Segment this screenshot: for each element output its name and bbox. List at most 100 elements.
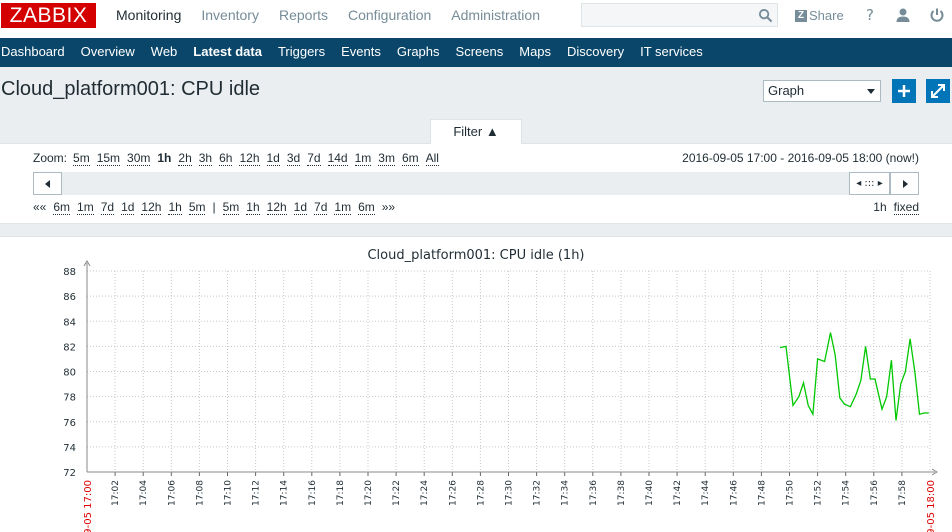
sub-menu-item-web[interactable]: Web (143, 38, 186, 67)
zoom-option[interactable]: 7d (307, 151, 321, 166)
main-menu-item-monitoring[interactable]: Monitoring (106, 0, 191, 32)
zoom-label: Zoom: (33, 151, 68, 165)
period-text: 2016-09-05 17:00 - 2016-09-05 18:00 (now… (682, 151, 919, 165)
main-menu-item-configuration[interactable]: Configuration (338, 0, 441, 32)
zoom-option[interactable]: 6h (219, 151, 233, 166)
x-tick-label: 17:58 (898, 480, 908, 506)
chart-title: Cloud_platform001: CPU idle (1h) (367, 248, 584, 263)
zoom-option[interactable]: 5m (73, 151, 90, 166)
nav-back-glyph: «« (33, 200, 47, 214)
main-menu-item-inventory[interactable]: Inventory (191, 0, 269, 32)
scroll-handle[interactable]: ◂ ::: ▸ (849, 172, 890, 195)
sub-menu-item-maps[interactable]: Maps (511, 38, 559, 67)
zabbix-logo[interactable]: ZABBIX (1, 3, 96, 28)
zoom-option[interactable]: 1h (157, 151, 171, 166)
help-icon[interactable]: ? (862, 7, 878, 23)
add-to-favourites-button[interactable] (892, 79, 916, 103)
period-navigation: «« 6m 1m 7d 1d 12h 1h 5m | 5m 1h 12h 1d 7d 1m 6m »» (33, 200, 402, 215)
nav-back-option[interactable]: 1m (77, 200, 94, 215)
share-label: Share (809, 8, 844, 23)
x-tick-label: 17:44 (701, 480, 711, 506)
period-length: 1h (873, 200, 887, 214)
sub-menu: Dashboard Overview Web Latest data Triggers E… (0, 38, 952, 67)
zoom-option[interactable]: 30m (127, 151, 151, 166)
zoom-option[interactable]: 3h (198, 151, 213, 166)
search-icon[interactable] (758, 8, 773, 23)
zoom-option[interactable]: 1d (266, 151, 280, 166)
zoom-option[interactable]: All (425, 151, 439, 166)
main-menu-item-reports[interactable]: Reports (269, 0, 338, 32)
nav-back-option[interactable]: 7d (100, 200, 115, 215)
zoom-option[interactable]: 3d (286, 151, 301, 166)
sub-menu-item-latest-data[interactable]: Latest data (185, 38, 270, 67)
sub-menu-item-it-services[interactable]: IT services (632, 38, 711, 67)
x-tick-label: 17:16 (308, 480, 318, 506)
sub-menu-item-triggers[interactable]: Triggers (270, 38, 333, 67)
x-tick-label: 17:14 (280, 480, 290, 506)
x-tick-label: 17:08 (195, 480, 205, 506)
x-tick-label: 17:34 (561, 480, 571, 506)
y-tick-label: 86 (63, 292, 76, 303)
nav-forward-option[interactable]: 1h (246, 200, 260, 215)
x-tick-label: 17:30 (505, 480, 515, 506)
period-mode-link[interactable]: fixed (893, 200, 919, 215)
nav-forward-option[interactable]: 6m (358, 200, 375, 215)
sub-menu-item-discovery[interactable]: Discovery (559, 38, 632, 67)
y-tick-label: 80 (63, 368, 76, 379)
filter-tab[interactable]: Filter ▲ (430, 119, 522, 144)
sub-menu-item-graphs[interactable]: Graphs (389, 38, 448, 67)
x-tick-label: 17:50 (786, 480, 796, 506)
arrow-right-icon (903, 180, 908, 188)
sub-menu-item-screens[interactable]: Screens (448, 38, 512, 67)
zoom-option[interactable]: 12h (239, 151, 260, 166)
y-tick-label: 84 (63, 317, 76, 328)
nav-forward-option[interactable]: 1m (334, 200, 352, 215)
zoom-row: Zoom: 5m 15m 30m 1h 2h 3h 6h 12h 1d 3d 7d 14d 1m 3m 6m… (33, 151, 446, 166)
sub-menu-item-events[interactable]: Events (333, 38, 389, 67)
y-tick-label: 82 (63, 342, 76, 353)
zoom-option[interactable]: 15m (96, 151, 121, 166)
power-icon[interactable] (929, 7, 945, 23)
nav-separator: | (212, 200, 216, 214)
x-tick-label: 17:38 (617, 480, 627, 506)
x-tick-label: 17:22 (392, 480, 402, 506)
x-tick-label: 17:26 (448, 480, 458, 506)
y-tick-label: 76 (63, 418, 76, 429)
x-tick-label: 17:56 (870, 480, 880, 506)
nav-back-option[interactable]: 6m (53, 200, 71, 215)
nav-back-option[interactable]: 1d (121, 200, 135, 215)
nav-forward-option[interactable]: 12h (266, 200, 287, 215)
page-title: Cloud_platform001: CPU idle (1, 78, 261, 100)
scroll-right-button[interactable] (890, 172, 919, 195)
sub-menu-item-dashboard[interactable]: Dashboard (0, 38, 73, 67)
zoom-option[interactable]: 1m (354, 151, 372, 166)
y-tick-label: 78 (63, 393, 76, 404)
zoom-option[interactable]: 3m (378, 151, 395, 166)
x-tick-label: 17:20 (364, 480, 374, 506)
x-tick-label: 17:46 (729, 480, 739, 506)
nav-back-option[interactable]: 12h (141, 200, 162, 215)
view-select[interactable]: Graph (763, 80, 881, 102)
nav-back-option[interactable]: 1h (168, 200, 182, 215)
nav-forward-option[interactable]: 1d (293, 200, 308, 215)
nav-forward-option[interactable]: 7d (314, 200, 328, 215)
y-tick-label: 74 (63, 443, 76, 454)
timeline-scrollbar[interactable]: ◂ ::: ▸ (33, 172, 919, 195)
zoom-option[interactable]: 2h (178, 151, 192, 166)
nav-forward-option[interactable]: 5m (222, 200, 240, 215)
x-tick-label: 17:28 (476, 480, 486, 506)
search-input[interactable] (581, 3, 778, 27)
top-header: ZABBIX Monitoring Inventory Reports Configu… (0, 0, 952, 38)
zoom-option[interactable]: 6m (401, 151, 419, 166)
share-button[interactable]: Z Share (795, 7, 844, 24)
y-tick-label: 72 (63, 468, 76, 479)
zoom-option[interactable]: 14d (327, 151, 348, 166)
fullscreen-button[interactable] (926, 79, 950, 103)
x-start-label: 09-05 17:00 (83, 480, 94, 532)
scroll-left-button[interactable] (33, 172, 62, 195)
x-tick-label: 17:02 (111, 480, 121, 506)
nav-back-option[interactable]: 5m (188, 200, 206, 215)
main-menu-item-administration[interactable]: Administration (441, 0, 550, 32)
user-icon[interactable] (895, 7, 911, 23)
sub-menu-item-overview[interactable]: Overview (73, 38, 143, 67)
